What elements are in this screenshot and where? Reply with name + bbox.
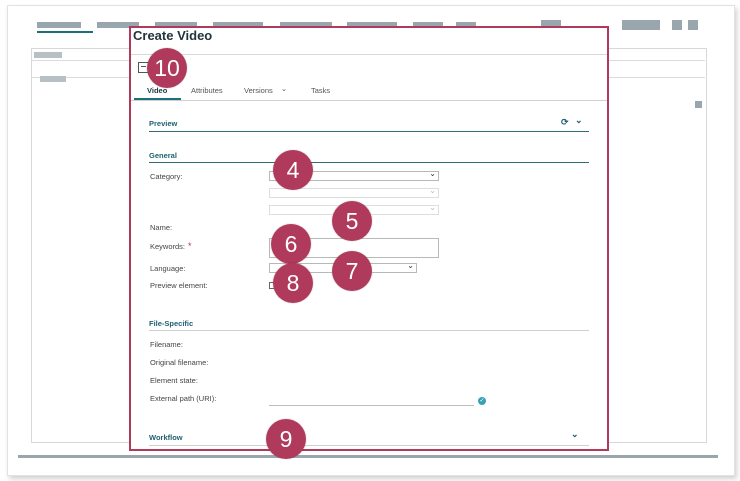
callout-badge: 8 — [273, 263, 313, 303]
bg-toolbar-item — [34, 52, 62, 58]
chevron-down-icon: ⌄ — [429, 203, 436, 212]
dialog-title: Create Video — [133, 28, 213, 43]
chevron-down-icon[interactable]: ⌄ — [571, 429, 579, 440]
refresh-icon[interactable]: ⟳ — [561, 117, 569, 128]
required-marker: * — [188, 241, 192, 251]
chevron-down-icon: ⌄ — [280, 84, 288, 93]
bg-scroll-handle — [695, 101, 702, 108]
callout-badge: 5 — [332, 201, 372, 241]
bg-nav-item — [37, 22, 81, 28]
bg-icon-button — [672, 20, 682, 30]
preview-element-label: Preview element: — [150, 281, 208, 290]
section-file-specific-title: File-Specific — [149, 319, 194, 328]
tab-versions-label: Versions — [244, 86, 273, 95]
section-general-title: General — [149, 151, 177, 160]
section-file-specific: File-Specific — [149, 319, 589, 331]
section-general: General — [149, 151, 589, 163]
bg-user-button — [622, 20, 660, 30]
tab-versions[interactable]: Versions ⌄ — [244, 84, 288, 95]
element-state-label: Element state: — [150, 376, 198, 385]
create-video-dialog: Create Video Video Attributes Versions ⌄… — [129, 26, 609, 451]
language-label: Language: — [150, 264, 186, 273]
callout-badge: 9 — [266, 419, 306, 459]
bg-bottom-bar — [18, 455, 718, 458]
section-divider — [149, 445, 589, 446]
section-workflow-title: Workflow — [149, 433, 183, 442]
section-workflow[interactable]: Workflow ⌄ — [149, 429, 589, 446]
external-path-input[interactable] — [269, 405, 474, 406]
filename-label: Filename: — [150, 340, 183, 349]
keywords-label: Keywords: * — [150, 241, 192, 251]
active-tab-underline — [134, 98, 181, 100]
category-label: Category: — [150, 172, 183, 181]
bg-list-item — [40, 76, 66, 82]
chevron-down-icon[interactable]: ⌄ — [575, 115, 583, 126]
section-divider — [149, 162, 589, 163]
external-path-label: External path (URI): — [150, 394, 217, 403]
check-icon: ✓ — [478, 397, 486, 405]
tab-attributes[interactable]: Attributes — [191, 86, 223, 95]
name-label: Name: — [150, 223, 173, 232]
callout-badge: 7 — [332, 251, 372, 291]
bg-icon-button — [688, 20, 698, 30]
section-preview[interactable]: Preview ⟳ ⌄ — [149, 115, 589, 132]
keywords-label-text: Keywords: — [150, 242, 186, 251]
callout-badge: 6 — [271, 224, 311, 264]
bg-active-nav-underline — [37, 31, 93, 33]
original-filename-label: Original filename: — [150, 358, 209, 367]
callout-badge: 10 — [147, 48, 187, 88]
callout-badge: 4 — [273, 150, 313, 190]
tab-tasks[interactable]: Tasks — [311, 86, 330, 95]
chevron-down-icon: ⌄ — [407, 261, 414, 270]
chevron-down-icon: ⌄ — [429, 186, 436, 195]
section-preview-title: Preview — [149, 119, 178, 128]
title-divider — [131, 54, 607, 55]
section-divider — [149, 330, 589, 331]
dialog-tabs: Video Attributes Versions ⌄ Tasks — [131, 84, 607, 101]
chevron-down-icon: ⌄ — [429, 169, 436, 178]
section-divider — [149, 131, 589, 132]
